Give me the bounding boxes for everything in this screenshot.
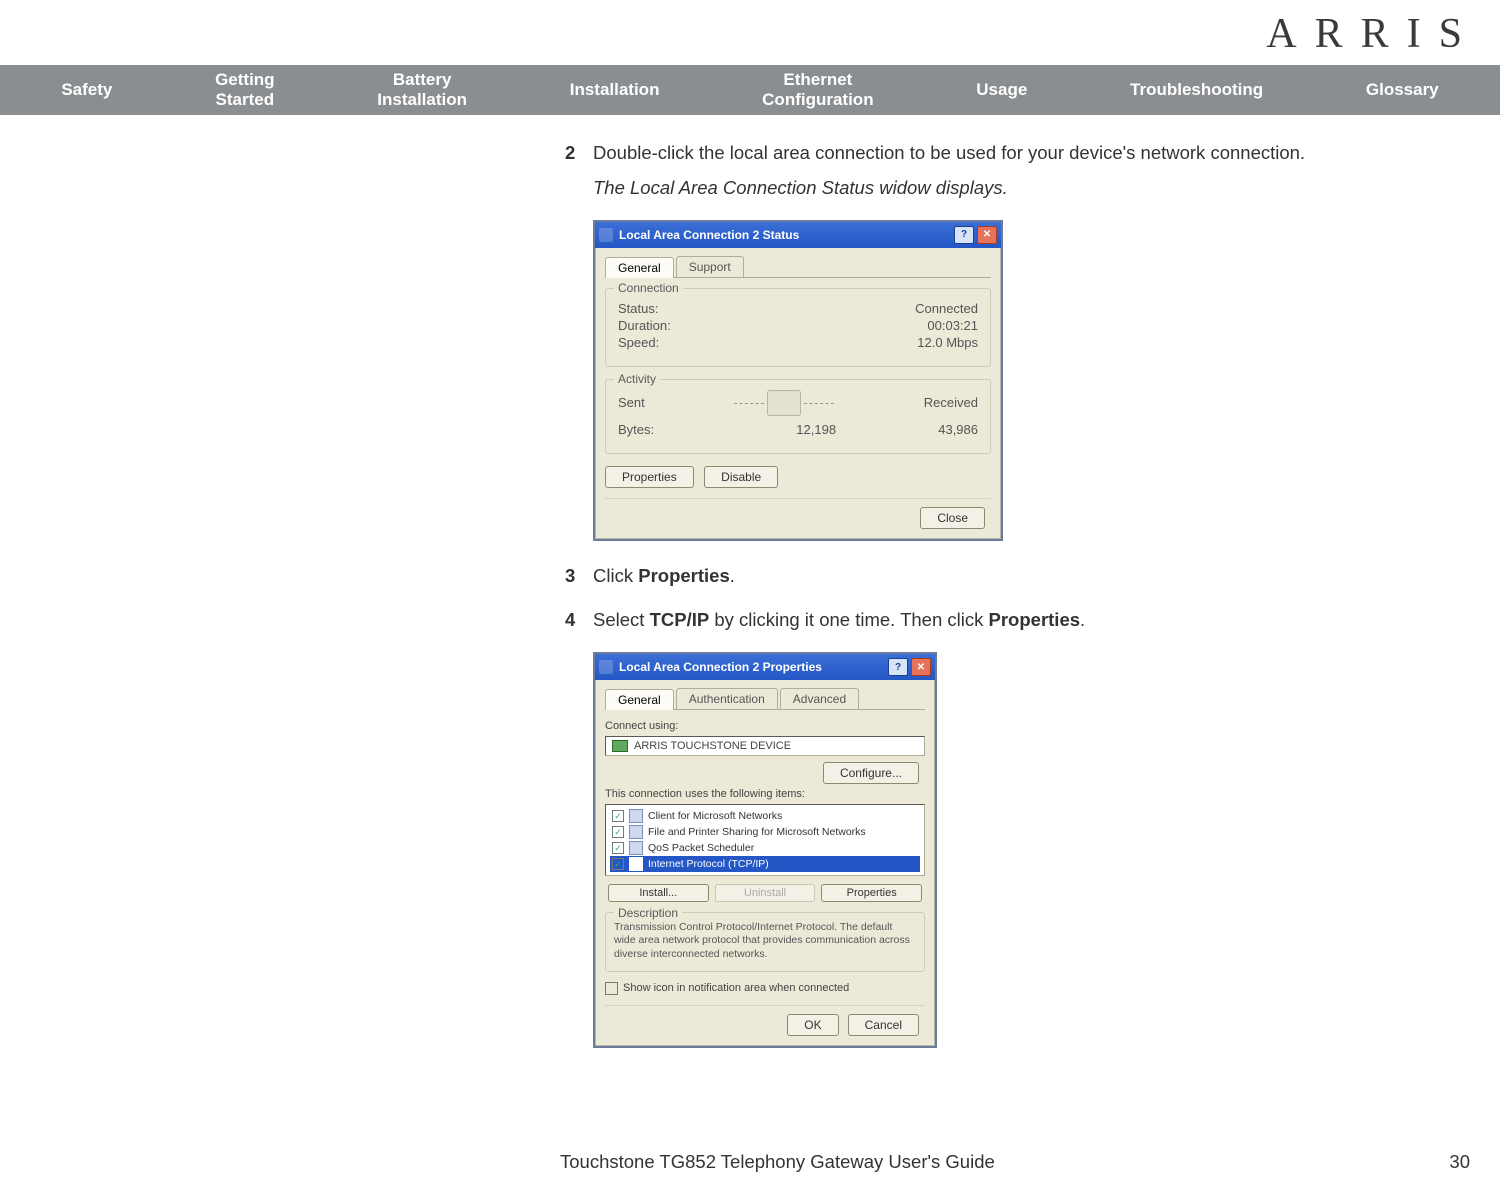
nav-ethernet-configuration[interactable]: Ethernet Configuration xyxy=(762,70,873,109)
step-3-pre: Click xyxy=(593,565,638,586)
activity-group: Activity Sent Received Bytes: 12,198 43,… xyxy=(605,379,991,454)
nav-installation[interactable]: Installation xyxy=(570,80,660,100)
checkbox-icon[interactable]: ✓ xyxy=(612,826,624,838)
network-activity-icon xyxy=(767,390,801,416)
step-4-bold2: Properties xyxy=(989,609,1081,630)
step-3-number: 3 xyxy=(565,563,593,590)
close-icon[interactable]: ✕ xyxy=(977,226,997,244)
connection-group: Connection Status:Connected Duration:00:… xyxy=(605,288,991,367)
list-item[interactable]: ✓ Client for Microsoft Networks xyxy=(610,808,920,824)
dialog-titlebar[interactable]: Local Area Connection 2 Status ? ✕ xyxy=(595,222,1001,248)
bytes-sent-value: 12,198 xyxy=(694,422,938,437)
step-4-bold1: TCP/IP xyxy=(650,609,710,630)
activity-sent-label: Sent xyxy=(618,395,645,410)
checkbox-icon[interactable]: ✓ xyxy=(612,858,624,870)
nav-usage[interactable]: Usage xyxy=(976,80,1027,100)
list-item[interactable]: ✓ File and Printer Sharing for Microsoft … xyxy=(610,824,920,840)
list-item-label: QoS Packet Scheduler xyxy=(648,842,754,854)
tab-general[interactable]: General xyxy=(605,257,674,278)
nav-getting-started[interactable]: Getting Started xyxy=(215,70,275,109)
install-button[interactable]: Install... xyxy=(608,884,709,902)
activity-received-label: Received xyxy=(924,395,978,410)
step-4-post: . xyxy=(1080,609,1085,630)
dialog-titlebar[interactable]: Local Area Connection 2 Properties ? ✕ xyxy=(595,654,935,680)
checkbox-icon[interactable]: ✓ xyxy=(612,810,624,822)
page-number: 30 xyxy=(1449,1151,1470,1173)
help-icon[interactable]: ? xyxy=(888,658,908,676)
step-2-note: The Local Area Connection Status widow d… xyxy=(593,175,1480,202)
step-4-number: 4 xyxy=(565,607,593,634)
window-icon xyxy=(599,228,613,242)
top-nav: Safety Getting Started Battery Installat… xyxy=(0,65,1500,115)
footer-title: Touchstone TG852 Telephony Gateway User'… xyxy=(560,1151,995,1173)
component-icon xyxy=(629,809,643,823)
page-footer: Touchstone TG852 Telephony Gateway User'… xyxy=(0,1151,1500,1173)
bytes-received-value: 43,986 xyxy=(938,422,978,437)
speed-label: Speed: xyxy=(618,335,659,350)
step-4-mid: by clicking it one time. Then click xyxy=(709,609,988,630)
bytes-label: Bytes: xyxy=(618,422,654,437)
description-group-label: Description xyxy=(614,906,682,920)
step-2: 2 Double-click the local area connection… xyxy=(565,140,1480,202)
duration-value: 00:03:21 xyxy=(927,318,978,333)
lan-status-dialog: Local Area Connection 2 Status ? ✕ Gener… xyxy=(593,220,1003,541)
step-3: 3 Click Properties. xyxy=(565,563,1480,590)
window-icon xyxy=(599,660,613,674)
show-icon-label: Show icon in notification area when conn… xyxy=(623,982,849,994)
properties-button[interactable]: Properties xyxy=(821,884,922,902)
step-3-post: . xyxy=(730,565,735,586)
step-2-number: 2 xyxy=(565,140,593,202)
items-listbox[interactable]: ✓ Client for Microsoft Networks ✓ File and… xyxy=(605,804,925,876)
tab-support[interactable]: Support xyxy=(676,256,744,277)
step-2-text: Double-click the local area connection t… xyxy=(593,140,1480,167)
show-icon-checkbox-row[interactable]: Show icon in notification area when conn… xyxy=(605,982,925,995)
uninstall-button: Uninstall xyxy=(715,884,816,902)
cancel-button[interactable]: Cancel xyxy=(848,1014,919,1036)
duration-label: Duration: xyxy=(618,318,671,333)
list-item-selected[interactable]: ✓ Internet Protocol (TCP/IP) xyxy=(610,856,920,872)
status-value: Connected xyxy=(915,301,978,316)
properties-button[interactable]: Properties xyxy=(605,466,694,488)
connection-group-label: Connection xyxy=(614,281,683,295)
tab-authentication[interactable]: Authentication xyxy=(676,688,778,709)
disable-button[interactable]: Disable xyxy=(704,466,778,488)
list-item-label: Client for Microsoft Networks xyxy=(648,810,782,822)
nav-troubleshooting[interactable]: Troubleshooting xyxy=(1130,80,1263,100)
step-3-bold: Properties xyxy=(638,565,730,586)
dialog-title: Local Area Connection 2 Status xyxy=(619,228,951,242)
tab-advanced[interactable]: Advanced xyxy=(780,688,859,709)
checkbox-icon[interactable]: ✓ xyxy=(612,842,624,854)
nav-battery-installation[interactable]: Battery Installation xyxy=(377,70,467,109)
help-icon[interactable]: ? xyxy=(954,226,974,244)
list-item-label: File and Printer Sharing for Microsoft N… xyxy=(648,826,866,838)
checkbox-icon[interactable] xyxy=(605,982,618,995)
lan-properties-dialog: Local Area Connection 2 Properties ? ✕ G… xyxy=(593,652,937,1047)
uses-items-label: This connection uses the following items… xyxy=(605,788,925,800)
device-field: ARRIS TOUCHSTONE DEVICE xyxy=(605,736,925,756)
nav-glossary[interactable]: Glossary xyxy=(1366,80,1439,100)
speed-value: 12.0 Mbps xyxy=(917,335,978,350)
nav-safety[interactable]: Safety xyxy=(61,80,112,100)
dialog-title: Local Area Connection 2 Properties xyxy=(619,660,885,674)
activity-group-label: Activity xyxy=(614,372,660,386)
list-item-label: Internet Protocol (TCP/IP) xyxy=(648,858,769,870)
ok-button[interactable]: OK xyxy=(787,1014,838,1036)
brand-logo: ARRIS xyxy=(1266,10,1480,58)
device-name: ARRIS TOUCHSTONE DEVICE xyxy=(634,740,791,752)
status-label: Status: xyxy=(618,301,658,316)
description-group: Description Transmission Control Protoco… xyxy=(605,912,925,971)
close-icon[interactable]: ✕ xyxy=(911,658,931,676)
component-icon xyxy=(629,857,643,871)
description-text: Transmission Control Protocol/Internet P… xyxy=(614,921,916,960)
tab-general[interactable]: General xyxy=(605,689,674,710)
list-item[interactable]: ✓ QoS Packet Scheduler xyxy=(610,840,920,856)
connect-using-label: Connect using: xyxy=(605,720,925,732)
close-button[interactable]: Close xyxy=(920,507,985,529)
step-4: 4 Select TCP/IP by clicking it one time.… xyxy=(565,607,1480,634)
nic-icon xyxy=(612,740,628,752)
component-icon xyxy=(629,841,643,855)
component-icon xyxy=(629,825,643,839)
step-4-pre: Select xyxy=(593,609,650,630)
configure-button[interactable]: Configure... xyxy=(823,762,919,784)
